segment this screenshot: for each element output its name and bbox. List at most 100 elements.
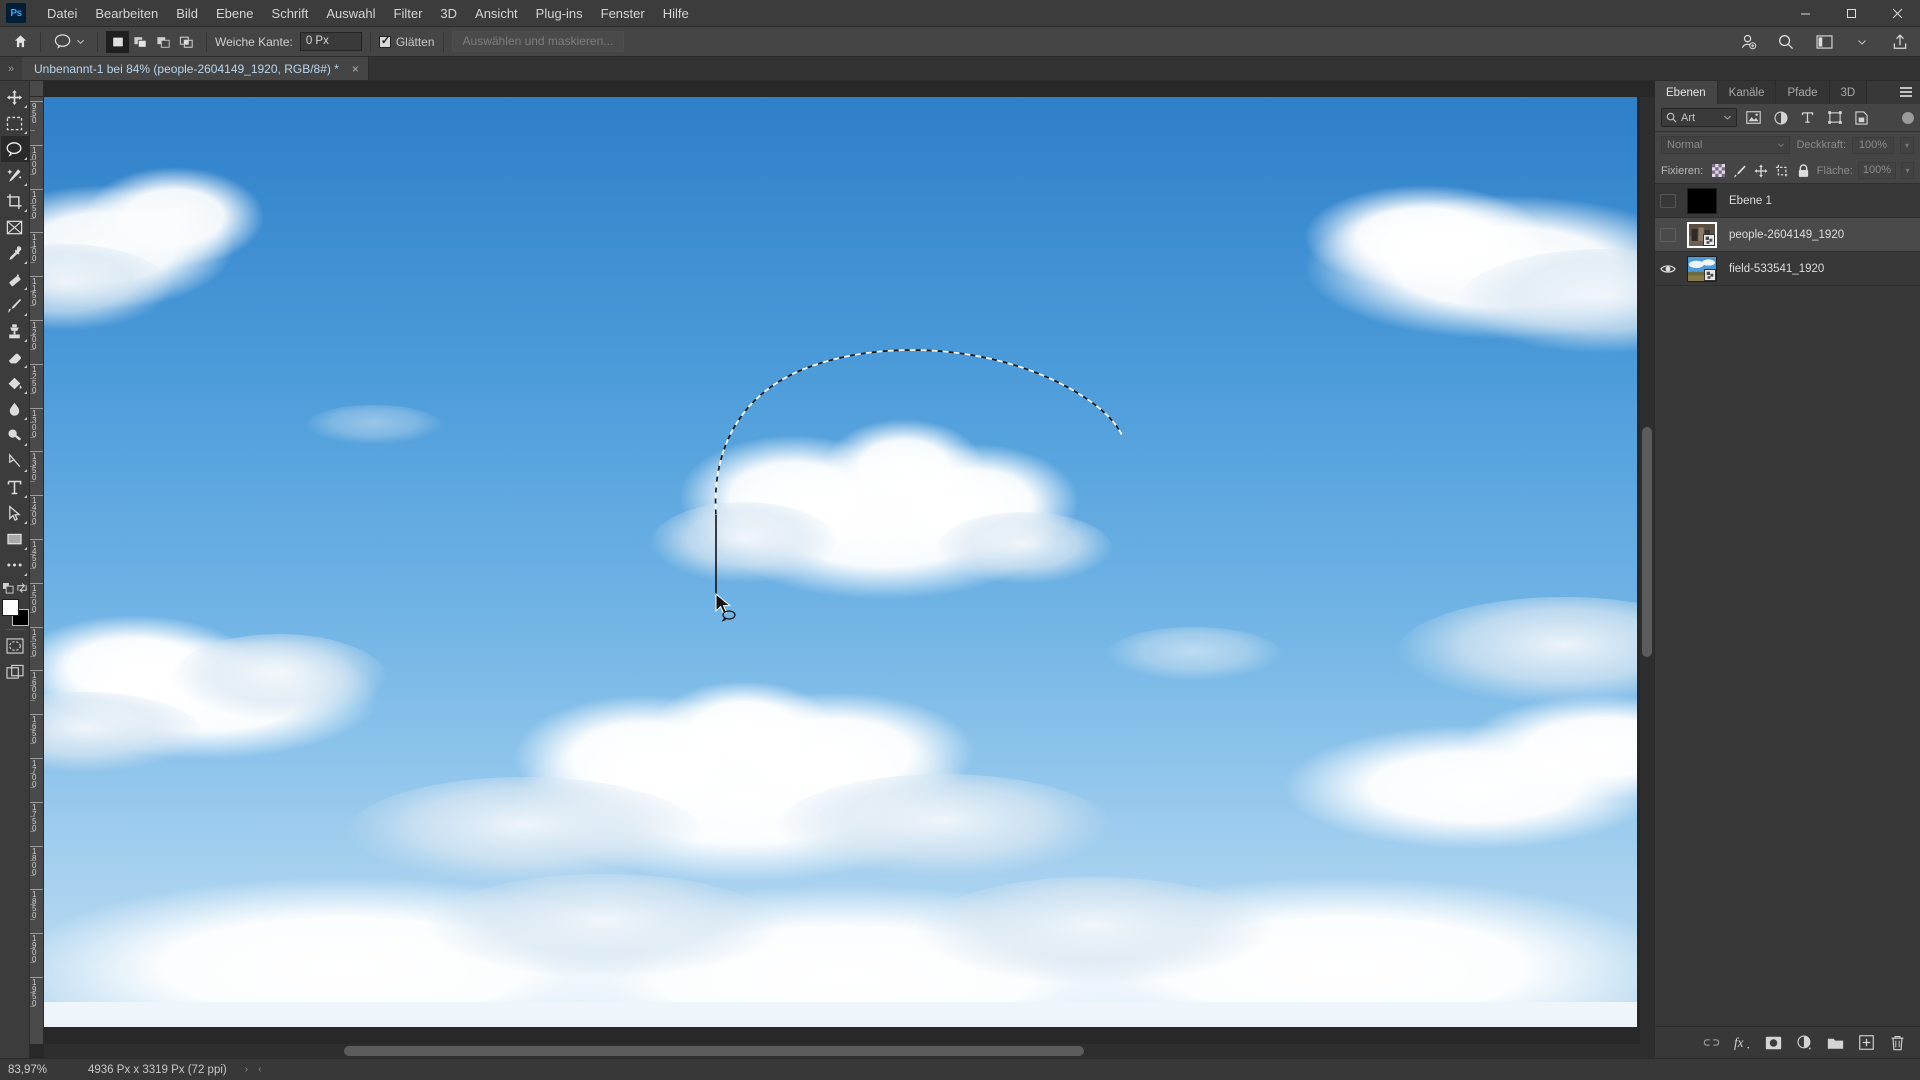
default-colors-icon[interactable] <box>1 582 14 594</box>
layer-filter-kind-select[interactable]: Art <box>1661 108 1737 127</box>
tool-crop[interactable] <box>1 188 29 214</box>
zoom-level-field[interactable]: 83,97% <box>4 1061 62 1078</box>
user-add-icon[interactable] <box>1736 30 1760 54</box>
document-tab[interactable]: Unbenannt-1 bei 84% (people-2604149_1920… <box>22 57 369 80</box>
menu-bearbeiten[interactable]: Bearbeiten <box>86 2 167 25</box>
select-and-mask-button[interactable]: Auswählen und maskieren... <box>451 31 625 52</box>
tool-eraser[interactable] <box>1 344 29 370</box>
menu-schrift[interactable]: Schrift <box>263 2 318 25</box>
lock-transparent-pixels-icon[interactable] <box>1710 162 1726 180</box>
tool-pen[interactable] <box>1 448 29 474</box>
status-expand-icon[interactable]: › <box>245 1064 248 1075</box>
add-layer-style-icon[interactable]: fx <box>1733 1034 1751 1052</box>
close-icon[interactable] <box>1874 0 1920 27</box>
double-chevron-right-icon[interactable]: » <box>0 57 22 80</box>
menu-3d[interactable]: 3D <box>431 2 466 25</box>
type-layer-filter-icon[interactable] <box>1797 108 1818 128</box>
maximize-icon[interactable] <box>1828 0 1874 27</box>
add-layer-mask-icon[interactable] <box>1764 1034 1782 1052</box>
workspace-icon[interactable] <box>1812 30 1836 54</box>
opacity-value[interactable]: 100% <box>1852 136 1894 154</box>
tool-frame[interactable] <box>1 214 29 240</box>
menu-datei[interactable]: Datei <box>38 2 86 25</box>
lock-artboard-nesting-icon[interactable] <box>1774 162 1790 180</box>
status-collapse-icon[interactable]: ‹ <box>258 1064 261 1075</box>
screen-mode-icon[interactable] <box>1 659 29 685</box>
opacity-stepper-caret[interactable]: ▾ <box>1900 136 1914 154</box>
vertical-scrollbar[interactable] <box>1640 97 1654 1044</box>
tool-move[interactable] <box>1 84 29 110</box>
delete-layer-icon[interactable] <box>1888 1034 1906 1052</box>
blend-mode-select[interactable]: Normal <box>1661 136 1791 154</box>
antialias-checkbox[interactable]: Glätten <box>378 34 435 49</box>
horizontal-scrollbar[interactable] <box>44 1044 1654 1058</box>
menu-ansicht[interactable]: Ansicht <box>466 2 527 25</box>
menu-bild[interactable]: Bild <box>167 2 207 25</box>
tool-blur[interactable] <box>1 396 29 422</box>
document-info[interactable]: 4936 Px x 3319 Px (72 ppi) <box>88 1064 227 1076</box>
layer-visibility-toggle[interactable] <box>1655 184 1681 218</box>
tool-clone-stamp[interactable] <box>1 318 29 344</box>
color-swatches[interactable] <box>1 598 29 626</box>
layer-thumbnail[interactable] <box>1687 221 1717 248</box>
menu-fenster[interactable]: Fenster <box>592 2 654 25</box>
new-group-icon[interactable] <box>1826 1034 1844 1052</box>
share-icon[interactable] <box>1888 30 1912 54</box>
menu-hilfe[interactable]: Hilfe <box>654 2 698 25</box>
minimize-icon[interactable] <box>1782 0 1828 27</box>
tool-spot-healing-brush[interactable] <box>1 266 29 292</box>
filter-enable-toggle[interactable] <box>1902 111 1914 124</box>
layer-thumbnail[interactable] <box>1687 187 1717 214</box>
table-row[interactable]: people-2604149_1920 <box>1655 218 1920 252</box>
intersect-selection-button[interactable] <box>175 31 198 53</box>
smart-object-filter-icon[interactable] <box>1851 108 1872 128</box>
layer-name[interactable]: Ebene 1 <box>1723 195 1772 207</box>
active-tool-preset-picker[interactable] <box>49 32 89 51</box>
close-icon[interactable]: × <box>349 62 362 76</box>
new-selection-button[interactable] <box>106 30 129 53</box>
foreground-color-swatch[interactable] <box>1 599 19 616</box>
menu-plugins[interactable]: Plug-ins <box>527 2 592 25</box>
swap-colors-icon[interactable] <box>16 582 28 594</box>
subtract-from-selection-button[interactable] <box>152 31 175 53</box>
lock-image-pixels-icon[interactable] <box>1732 162 1748 180</box>
tab-kanaele[interactable]: Kanäle <box>1717 81 1777 104</box>
layer-name[interactable]: people-2604149_1920 <box>1723 229 1844 241</box>
chevron-down-icon[interactable] <box>1850 30 1874 54</box>
add-to-selection-button[interactable] <box>129 31 152 53</box>
layer-visibility-toggle[interactable] <box>1655 218 1681 252</box>
tool-edit-toolbar-more[interactable] <box>1 552 29 578</box>
lock-all-icon[interactable] <box>1795 162 1811 180</box>
tool-quick-selection[interactable] <box>1 162 29 188</box>
shape-layer-filter-icon[interactable] <box>1824 108 1845 128</box>
layer-visibility-toggle[interactable] <box>1655 252 1681 286</box>
horizontal-scroll-thumb[interactable] <box>344 1046 1084 1056</box>
tool-rectangular-marquee[interactable] <box>1 110 29 136</box>
link-layers-icon[interactable] <box>1702 1034 1720 1052</box>
tool-path-selection[interactable] <box>1 500 29 526</box>
adjustment-layer-filter-icon[interactable] <box>1770 108 1791 128</box>
new-layer-icon[interactable] <box>1857 1034 1875 1052</box>
table-row[interactable]: field-533541_1920 <box>1655 252 1920 286</box>
chevron-down-icon[interactable] <box>1777 141 1785 149</box>
panel-menu-icon[interactable] <box>1900 87 1912 99</box>
table-row[interactable]: Ebene 1 <box>1655 184 1920 218</box>
tool-gradient-paint-bucket[interactable] <box>1 370 29 396</box>
feather-input[interactable]: 0 Px <box>299 32 362 51</box>
menu-auswahl[interactable]: Auswahl <box>317 2 384 25</box>
fill-value[interactable]: 100% <box>1857 162 1897 179</box>
tool-dodge[interactable] <box>1 422 29 448</box>
tab-pfade[interactable]: Pfade <box>1776 81 1830 104</box>
search-icon[interactable] <box>1774 30 1798 54</box>
layer-name[interactable]: field-533541_1920 <box>1723 263 1824 275</box>
fill-stepper-caret[interactable]: ▾ <box>1901 162 1914 179</box>
tool-lasso[interactable] <box>0 136 29 162</box>
lock-position-icon[interactable] <box>1753 162 1769 180</box>
document-canvas[interactable] <box>44 97 1640 1044</box>
pixel-layer-filter-icon[interactable] <box>1743 108 1764 128</box>
tool-horizontal-type[interactable] <box>1 474 29 500</box>
layer-thumbnail[interactable] <box>1687 255 1717 282</box>
tool-eyedropper[interactable] <box>1 240 29 266</box>
tab-ebenen[interactable]: Ebenen <box>1655 81 1718 104</box>
menu-filter[interactable]: Filter <box>385 2 432 25</box>
